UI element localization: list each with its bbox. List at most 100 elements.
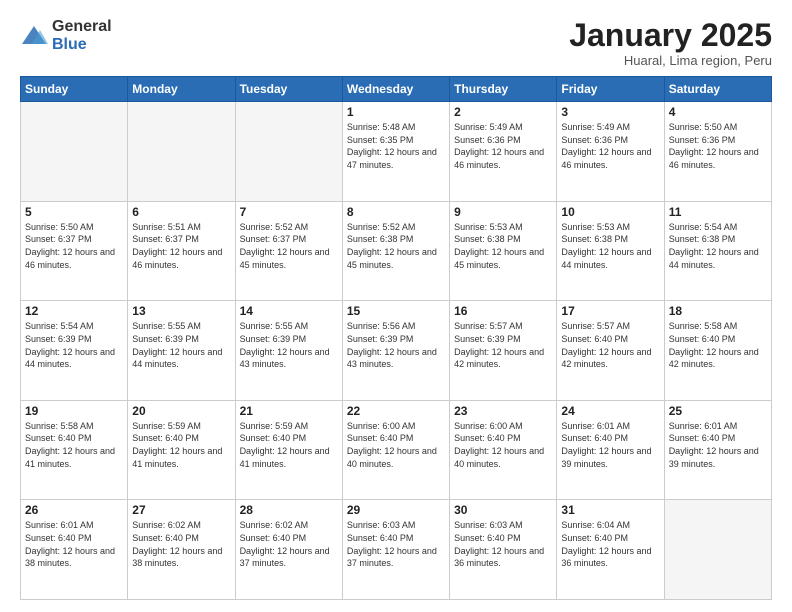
calendar-week-row: 5 Sunrise: 5:50 AM Sunset: 6:37 PM Daylig… [21, 201, 772, 301]
day-info: Sunrise: 5:52 AM Sunset: 6:37 PM Dayligh… [240, 221, 338, 271]
calendar-week-row: 26Sunrise: 6:01 AM Sunset: 6:40 PM Dayli… [21, 500, 772, 600]
calendar-cell: 21Sunrise: 5:59 AM Sunset: 6:40 PM Dayli… [235, 400, 342, 500]
weekday-header: Thursday [450, 77, 557, 102]
logo: General Blue [20, 18, 112, 53]
logo-blue-text: Blue [52, 36, 112, 54]
weekday-header: Sunday [21, 77, 128, 102]
day-info: Sunrise: 5:58 AM Sunset: 6:40 PM Dayligh… [669, 320, 767, 370]
day-number: 26 [25, 503, 123, 517]
calendar-cell: 1 Sunrise: 5:48 AM Sunset: 6:35 PM Daylig… [342, 102, 449, 202]
day-number: 11 [669, 205, 767, 219]
calendar-cell [128, 102, 235, 202]
logo-text: General Blue [52, 18, 112, 53]
calendar-cell: 15 Sunrise: 5:56 AM Sunset: 6:39 PM Dayli… [342, 301, 449, 401]
calendar-cell: 28Sunrise: 6:02 AM Sunset: 6:40 PM Dayli… [235, 500, 342, 600]
day-number: 22 [347, 404, 445, 418]
day-number: 1 [347, 105, 445, 119]
weekday-header: Monday [128, 77, 235, 102]
day-info: Sunrise: 6:00 AM Sunset: 6:40 PM Dayligh… [347, 420, 445, 470]
calendar-cell: 10Sunrise: 5:53 AM Sunset: 6:38 PM Dayli… [557, 201, 664, 301]
day-number: 9 [454, 205, 552, 219]
day-number: 23 [454, 404, 552, 418]
day-number: 29 [347, 503, 445, 517]
day-number: 17 [561, 304, 659, 318]
calendar-cell [21, 102, 128, 202]
day-info: Sunrise: 5:56 AM Sunset: 6:39 PM Dayligh… [347, 320, 445, 370]
calendar-cell: 23 Sunrise: 6:00 AM Sunset: 6:40 PM Dayli… [450, 400, 557, 500]
day-info: Sunrise: 5:57 AM Sunset: 6:39 PM Dayligh… [454, 320, 552, 370]
subtitle: Huaral, Lima region, Peru [569, 53, 772, 68]
day-info: Sunrise: 6:03 AM Sunset: 6:40 PM Dayligh… [454, 519, 552, 569]
calendar-cell: 11 Sunrise: 5:54 AM Sunset: 6:38 PM Dayli… [664, 201, 771, 301]
calendar-cell: 2 Sunrise: 5:49 AM Sunset: 6:36 PM Daylig… [450, 102, 557, 202]
day-info: Sunrise: 5:57 AM Sunset: 6:40 PM Dayligh… [561, 320, 659, 370]
day-number: 18 [669, 304, 767, 318]
logo-icon [20, 22, 48, 50]
day-info: Sunrise: 6:04 AM Sunset: 6:40 PM Dayligh… [561, 519, 659, 569]
calendar-table: SundayMondayTuesdayWednesdayThursdayFrid… [20, 76, 772, 600]
day-info: Sunrise: 5:51 AM Sunset: 6:37 PM Dayligh… [132, 221, 230, 271]
day-number: 12 [25, 304, 123, 318]
day-info: Sunrise: 6:01 AM Sunset: 6:40 PM Dayligh… [561, 420, 659, 470]
day-number: 2 [454, 105, 552, 119]
day-info: Sunrise: 5:48 AM Sunset: 6:35 PM Dayligh… [347, 121, 445, 171]
day-info: Sunrise: 6:01 AM Sunset: 6:40 PM Dayligh… [669, 420, 767, 470]
calendar-cell: 17 Sunrise: 5:57 AM Sunset: 6:40 PM Dayli… [557, 301, 664, 401]
day-info: Sunrise: 5:55 AM Sunset: 6:39 PM Dayligh… [132, 320, 230, 370]
calendar-cell: 22 Sunrise: 6:00 AM Sunset: 6:40 PM Dayli… [342, 400, 449, 500]
calendar-cell: 9 Sunrise: 5:53 AM Sunset: 6:38 PM Daylig… [450, 201, 557, 301]
day-info: Sunrise: 6:02 AM Sunset: 6:40 PM Dayligh… [240, 519, 338, 569]
day-info: Sunrise: 5:55 AM Sunset: 6:39 PM Dayligh… [240, 320, 338, 370]
calendar-cell: 19Sunrise: 5:58 AM Sunset: 6:40 PM Dayli… [21, 400, 128, 500]
day-info: Sunrise: 5:54 AM Sunset: 6:38 PM Dayligh… [669, 221, 767, 271]
calendar-week-row: 12 Sunrise: 5:54 AM Sunset: 6:39 PM Dayli… [21, 301, 772, 401]
weekday-header: Wednesday [342, 77, 449, 102]
day-number: 20 [132, 404, 230, 418]
page: General Blue January 2025 Huaral, Lima r… [0, 0, 792, 612]
day-info: Sunrise: 6:02 AM Sunset: 6:40 PM Dayligh… [132, 519, 230, 569]
day-number: 7 [240, 205, 338, 219]
day-info: Sunrise: 5:52 AM Sunset: 6:38 PM Dayligh… [347, 221, 445, 271]
day-number: 6 [132, 205, 230, 219]
day-number: 5 [25, 205, 123, 219]
day-number: 24 [561, 404, 659, 418]
calendar-cell: 14 Sunrise: 5:55 AM Sunset: 6:39 PM Dayli… [235, 301, 342, 401]
day-number: 15 [347, 304, 445, 318]
calendar-cell: 16 Sunrise: 5:57 AM Sunset: 6:39 PM Dayli… [450, 301, 557, 401]
day-number: 27 [132, 503, 230, 517]
day-info: Sunrise: 5:53 AM Sunset: 6:38 PM Dayligh… [454, 221, 552, 271]
day-info: Sunrise: 5:49 AM Sunset: 6:36 PM Dayligh… [561, 121, 659, 171]
calendar-cell: 4Sunrise: 5:50 AM Sunset: 6:36 PM Daylig… [664, 102, 771, 202]
header: General Blue January 2025 Huaral, Lima r… [20, 18, 772, 68]
calendar-cell: 5 Sunrise: 5:50 AM Sunset: 6:37 PM Daylig… [21, 201, 128, 301]
calendar-cell: 13Sunrise: 5:55 AM Sunset: 6:39 PM Dayli… [128, 301, 235, 401]
day-info: Sunrise: 5:54 AM Sunset: 6:39 PM Dayligh… [25, 320, 123, 370]
day-number: 21 [240, 404, 338, 418]
calendar-week-row: 1 Sunrise: 5:48 AM Sunset: 6:35 PM Daylig… [21, 102, 772, 202]
day-info: Sunrise: 6:00 AM Sunset: 6:40 PM Dayligh… [454, 420, 552, 470]
day-number: 16 [454, 304, 552, 318]
calendar-cell [235, 102, 342, 202]
day-number: 19 [25, 404, 123, 418]
day-number: 10 [561, 205, 659, 219]
day-number: 14 [240, 304, 338, 318]
calendar-cell: 3 Sunrise: 5:49 AM Sunset: 6:36 PM Daylig… [557, 102, 664, 202]
calendar-cell: 26Sunrise: 6:01 AM Sunset: 6:40 PM Dayli… [21, 500, 128, 600]
calendar-cell: 20 Sunrise: 5:59 AM Sunset: 6:40 PM Dayli… [128, 400, 235, 500]
calendar-header-row: SundayMondayTuesdayWednesdayThursdayFrid… [21, 77, 772, 102]
calendar-cell: 25 Sunrise: 6:01 AM Sunset: 6:40 PM Dayli… [664, 400, 771, 500]
day-info: Sunrise: 5:50 AM Sunset: 6:37 PM Dayligh… [25, 221, 123, 271]
calendar-cell: 31 Sunrise: 6:04 AM Sunset: 6:40 PM Dayli… [557, 500, 664, 600]
calendar-cell: 7 Sunrise: 5:52 AM Sunset: 6:37 PM Daylig… [235, 201, 342, 301]
day-number: 3 [561, 105, 659, 119]
day-number: 31 [561, 503, 659, 517]
calendar-cell: 12 Sunrise: 5:54 AM Sunset: 6:39 PM Dayli… [21, 301, 128, 401]
day-number: 25 [669, 404, 767, 418]
weekday-header: Tuesday [235, 77, 342, 102]
calendar-cell: 27 Sunrise: 6:02 AM Sunset: 6:40 PM Dayli… [128, 500, 235, 600]
day-number: 8 [347, 205, 445, 219]
title-block: January 2025 Huaral, Lima region, Peru [569, 18, 772, 68]
calendar-cell: 24 Sunrise: 6:01 AM Sunset: 6:40 PM Dayli… [557, 400, 664, 500]
day-info: Sunrise: 5:49 AM Sunset: 6:36 PM Dayligh… [454, 121, 552, 171]
day-info: Sunrise: 5:59 AM Sunset: 6:40 PM Dayligh… [132, 420, 230, 470]
